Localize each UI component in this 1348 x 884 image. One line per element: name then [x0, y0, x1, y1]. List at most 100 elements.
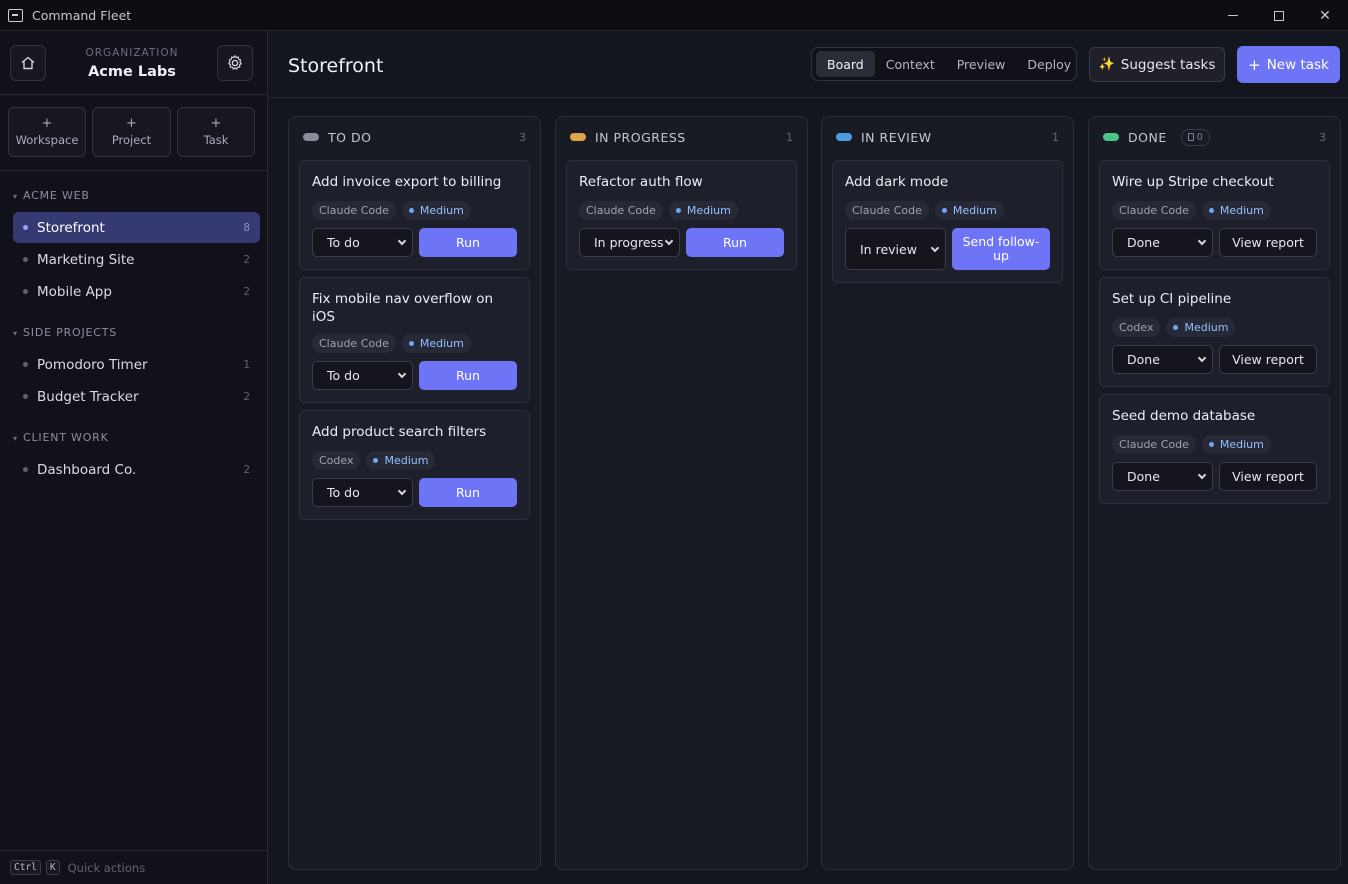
new-task-label: New task	[1266, 56, 1329, 73]
sidebar-item-dashboard-co[interactable]: Dashboard Co. 2	[13, 454, 260, 485]
task-tags: Claude Code Medium	[845, 201, 1010, 220]
tab-deploy[interactable]: Deploy	[1016, 51, 1082, 77]
task-card[interactable]: Seed demo database Claude Code Medium Do…	[1099, 394, 1330, 504]
tab-preview[interactable]: Preview	[946, 51, 1017, 77]
send-follow-up-button[interactable]: Send follow-up	[952, 228, 1050, 270]
archive-count-badge[interactable]: 0	[1180, 128, 1210, 146]
run-button[interactable]: Run	[419, 361, 517, 390]
project-name: Pomodoro Timer	[37, 356, 148, 373]
project-name: Marketing Site	[37, 251, 135, 268]
chevron-down-icon	[930, 243, 940, 253]
column-count: 1	[1052, 130, 1059, 144]
view-report-button[interactable]: View report	[1219, 228, 1317, 257]
chevron-down-icon	[397, 369, 407, 379]
status-select[interactable]: In review	[845, 228, 946, 270]
task-count: 1	[243, 358, 250, 371]
minimize-button[interactable]	[1210, 0, 1256, 31]
run-button[interactable]: Run	[686, 228, 784, 257]
task-card[interactable]: Refactor auth flow Claude Code Medium In…	[566, 160, 797, 270]
suggest-tasks-button[interactable]: ✨ Suggest tasks	[1089, 47, 1225, 82]
task-title: Add invoice export to billing	[312, 174, 502, 190]
task-title: Set up CI pipeline	[1112, 291, 1232, 307]
run-button[interactable]: Run	[419, 478, 517, 507]
status-select[interactable]: To do	[312, 228, 413, 257]
task-card[interactable]: Add dark mode Claude Code Medium In revi…	[832, 160, 1063, 283]
sidebar-item-mobile-app[interactable]: Mobile App 2	[13, 276, 260, 307]
sparkles-icon: ✨	[1098, 57, 1115, 72]
status-select[interactable]: Done	[1112, 345, 1213, 374]
project-name: Mobile App	[37, 283, 112, 300]
column-title: IN PROGRESS	[595, 129, 686, 145]
column-count: 1	[786, 130, 793, 144]
project-dot	[23, 289, 28, 294]
new-task-sidebar-button[interactable]: + Task	[177, 107, 255, 157]
status-select[interactable]: To do	[312, 361, 413, 390]
close-icon: ✕	[1319, 7, 1331, 24]
view-report-button[interactable]: View report	[1219, 462, 1317, 491]
status-select[interactable]: To do	[312, 478, 413, 507]
home-button[interactable]	[10, 45, 46, 81]
sidebar-item-marketing-site[interactable]: Marketing Site 2	[13, 244, 260, 275]
new-task-button[interactable]: + New task	[1237, 46, 1340, 83]
agent-tag: Claude Code	[312, 334, 396, 353]
workspace-section-acme-web[interactable]: ▾ ACME WEB	[13, 189, 90, 202]
status-select[interactable]: In progress	[579, 228, 680, 257]
sidebar-item-storefront[interactable]: Storefront 8	[13, 212, 260, 243]
close-window-button[interactable]: ✕	[1302, 0, 1348, 31]
settings-button[interactable]	[217, 45, 253, 81]
priority-tag: Medium	[401, 201, 471, 220]
workspace-section-client-work[interactable]: ▾ CLIENT WORK	[13, 431, 109, 444]
new-workspace-button[interactable]: + Workspace	[8, 107, 86, 157]
priority-tag: Medium	[1201, 435, 1271, 454]
quick-actions-hint[interactable]: Ctrl K Quick actions	[0, 850, 267, 884]
home-icon	[21, 56, 35, 70]
task-count: 2	[243, 390, 250, 403]
project-dot	[23, 467, 28, 472]
plus-icon: +	[210, 116, 222, 131]
task-tags: Claude Code Medium	[1112, 435, 1277, 454]
run-button[interactable]: Run	[419, 228, 517, 257]
view-report-button[interactable]: View report	[1219, 345, 1317, 374]
sidebar: ORGANIZATION Acme Labs + Workspace + Pro…	[0, 31, 268, 884]
task-count: 2	[243, 463, 250, 476]
new-project-label: Project	[111, 133, 152, 147]
task-card[interactable]: Add invoice export to billing Claude Cod…	[299, 160, 530, 270]
column-header: TO DO 3	[303, 130, 528, 145]
status-select[interactable]: Done	[1112, 228, 1213, 257]
new-task-sidebar-label: Task	[203, 133, 229, 147]
sidebar-item-pomodoro-timer[interactable]: Pomodoro Timer 1	[13, 349, 260, 380]
task-card[interactable]: Add product search filters Codex Medium …	[299, 410, 530, 520]
column-title: DONE	[1128, 129, 1167, 145]
status-select[interactable]: Done	[1112, 462, 1213, 491]
agent-tag: Claude Code	[845, 201, 929, 220]
column-to-do: TO DO 3 Add invoice export to billing Cl…	[288, 116, 541, 870]
new-project-button[interactable]: + Project	[92, 107, 171, 157]
priority-tag: Medium	[668, 201, 738, 220]
maximize-button[interactable]	[1256, 0, 1302, 31]
tab-context[interactable]: Context	[875, 51, 946, 77]
task-card[interactable]: Fix mobile nav overflow on iOS Claude Co…	[299, 277, 530, 403]
chevron-down-icon	[397, 486, 407, 496]
status-value: In review	[860, 241, 917, 257]
task-count: 2	[243, 285, 250, 298]
status-value: Done	[1127, 469, 1160, 484]
task-title: Add product search filters	[312, 424, 487, 440]
task-card[interactable]: Set up CI pipeline Codex Medium Done Vie…	[1099, 277, 1330, 387]
organization-name[interactable]: Acme Labs	[80, 64, 184, 80]
main-header: Storefront Board Context Preview Deploy …	[268, 31, 1348, 98]
column-header: IN PROGRESS 1	[570, 129, 795, 145]
status-dot	[303, 133, 319, 141]
chevron-down-icon	[397, 236, 407, 246]
column-count: 3	[519, 130, 526, 144]
workspace-title: ACME WEB	[23, 189, 90, 202]
plus-icon: +	[126, 116, 137, 131]
workspace-section-side-projects[interactable]: ▾ SIDE PROJECTS	[13, 326, 117, 339]
tab-board[interactable]: Board	[816, 51, 875, 77]
app-logo-icon	[8, 8, 23, 22]
workspace-title: CLIENT WORK	[23, 431, 109, 444]
task-card[interactable]: Wire up Stripe checkout Claude Code Medi…	[1099, 160, 1330, 270]
ctrl-key: Ctrl	[10, 860, 41, 875]
column-title: IN REVIEW	[861, 129, 932, 145]
sidebar-item-budget-tracker[interactable]: Budget Tracker 2	[13, 381, 260, 412]
column-header: DONE 0 3	[1103, 128, 1328, 146]
